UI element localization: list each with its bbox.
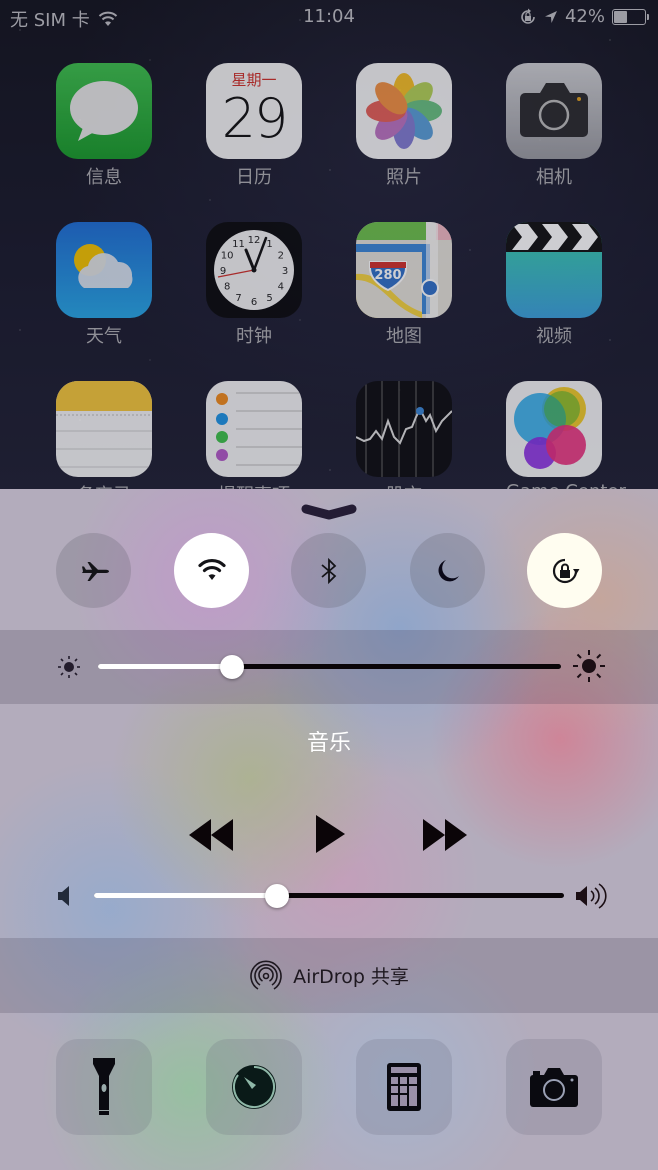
app-camera[interactable]: 相机 [506,63,602,189]
clock-number: 7 [235,293,241,304]
messages-icon [56,63,152,159]
do-not-disturb-toggle[interactable] [410,533,485,608]
game-center-icon [506,381,602,477]
app-videos[interactable]: 视频 [506,222,602,348]
wifi-icon [197,558,226,580]
app-label: 相机 [536,167,572,188]
airplane-mode-toggle[interactable] [56,533,131,608]
app-label: 提醒事项 [206,481,302,489]
clock-number: 11 [232,239,245,250]
airplane-icon [81,561,109,581]
flashlight-button[interactable] [56,1039,152,1135]
volume-knob[interactable] [265,884,290,908]
location-arrow-icon [544,10,557,23]
sun-large-icon [573,650,605,682]
volume-slider[interactable] [94,881,564,911]
fast-forward-icon[interactable] [423,818,471,852]
airdrop-button[interactable]: AirDrop 共享 [0,938,658,1013]
app-label: 备忘录 [56,481,152,489]
app-game-center[interactable]: Game Center [506,381,626,489]
app-maps[interactable]: 280 地图 [356,222,452,348]
calculator-icon [387,1063,421,1111]
volume-fill [94,893,278,898]
clock-number: 12 [248,235,261,246]
clock-number: 4 [278,282,284,293]
bluetooth-icon [320,557,336,584]
moon-icon [438,559,459,581]
battery-icon [612,8,649,25]
app-photos[interactable]: 照片 [356,63,452,189]
app-label: 视频 [536,326,572,347]
maps-icon: 280 [356,222,452,318]
clock-icon: 11 10 9 8 7 6 5 4 3 2 1 12 [206,222,302,318]
camera-app-icon [506,63,602,159]
app-reminders[interactable]: 提醒事项 [206,381,302,489]
app-stocks[interactable]: 股市 [356,381,452,489]
camera-icon [530,1068,578,1107]
status-bar: 无 SIM 卡 11:04 42% [0,0,658,34]
battery-percent: 42% [564,6,605,27]
sun-small-icon [58,656,80,678]
app-calendar[interactable]: 星期一 29 日历 [206,63,302,189]
app-notes[interactable]: 备忘录 [56,381,152,489]
clock-number: 2 [278,251,284,262]
notes-icon [56,381,152,477]
rewind-icon[interactable] [189,818,237,852]
app-label: 地图 [386,326,422,347]
brightness-slider[interactable] [98,652,561,682]
reminders-icon [206,381,302,477]
app-label: 股市 [356,481,452,489]
app-label: 时钟 [236,326,272,347]
play-icon[interactable] [315,814,347,854]
brightness-knob[interactable] [220,655,245,679]
timer-icon [232,1065,276,1109]
rotation-lock-toggle[interactable] [527,533,602,608]
stocks-icon [356,381,452,477]
calculator-button[interactable] [356,1039,452,1135]
camera-button[interactable] [506,1039,602,1135]
music-title: 音乐 [306,731,351,756]
airdrop-icon [250,960,282,990]
clock-number: 6 [251,297,257,308]
clock-number: 1 [266,239,272,250]
rotation-lock-icon [521,8,535,24]
speaker-loud-icon [576,883,607,909]
highway-number: 280 [374,268,402,283]
rotation-lock-icon [552,558,579,583]
wifi-toggle[interactable] [174,533,249,608]
app-label: 信息 [86,167,122,188]
calendar-icon: 星期一 29 [206,63,302,159]
clock-number: 3 [282,266,288,277]
flashlight-icon [93,1058,115,1115]
app-messages[interactable]: 信息 [56,63,152,189]
clock-number: 10 [221,251,234,262]
app-clock[interactable]: 11 10 9 8 7 6 5 4 3 2 1 12 时钟 [206,222,302,348]
home-screen: 信息 星期一 29 日历 照片 相机 天气 11 10 9 8 7 6 5 4 … [0,0,658,489]
app-label: 天气 [86,326,122,347]
airdrop-label: AirDrop 共享 [293,966,409,988]
photos-icon [356,63,452,159]
timer-button[interactable] [206,1039,302,1135]
weather-icon [56,222,152,318]
bluetooth-toggle[interactable] [291,533,366,608]
videos-icon [506,222,602,318]
app-weather[interactable]: 天气 [56,222,152,348]
app-label: 照片 [386,167,422,188]
app-label: Game Center [506,481,626,489]
clock-number: 8 [224,282,230,293]
chevron-down-icon[interactable] [300,503,358,523]
brightness-fill [98,664,233,669]
speaker-icon [58,886,69,906]
control-center: 音乐 AirDrop 共享 [0,489,658,1170]
calendar-day: 29 [221,87,289,150]
app-label: 日历 [236,167,272,188]
clock-number: 5 [266,293,272,304]
